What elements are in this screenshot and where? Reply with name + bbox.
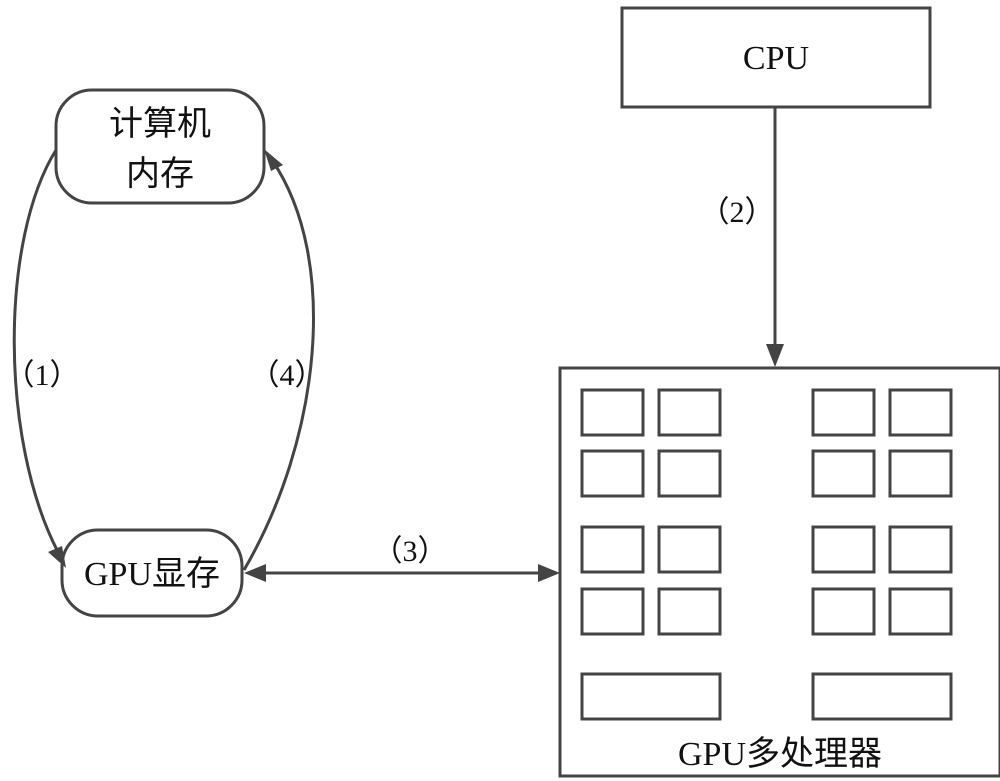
edge-1-arrowhead [48,546,66,568]
core-unit [580,587,645,636]
core-unit [580,449,645,498]
edge-2-arrowhead [766,344,784,367]
cpu-node: CPU [620,6,932,109]
core-unit [888,449,953,498]
gpu-memory-label: GPU显存 [84,555,220,593]
cpu-label: CPU [743,40,809,77]
edge-3-label: （3） [373,535,448,568]
edge-2: （2） [700,107,784,367]
diagram-canvas: 计算机 内存 GPU显存 CPU GPU多处理器 （1） （4） （2） （3） [5,6,1000,778]
edge-4-arrowhead [264,149,283,171]
core-unit [888,587,953,636]
computer-memory-node: 计算机 内存 [54,88,266,205]
core-unit [811,388,876,437]
computer-memory-label-line2: 内存 [126,155,194,193]
wide-unit [580,672,722,721]
core-unit [657,388,722,437]
edge-3: （3） [244,535,560,582]
core-unit [580,388,645,437]
gpu-memory-node: GPU显存 [60,528,244,618]
core-unit [657,449,722,498]
core-unit [888,388,953,437]
core-unit [811,525,876,574]
edge-2-label: （2） [700,196,775,229]
core-unit [811,587,876,636]
edge-1: （1） [5,149,80,568]
core-unit [657,587,722,636]
edge-3-arrowhead-right [538,564,560,582]
core-unit [811,449,876,498]
gpu-multiprocessor-label: GPU多处理器 [678,735,882,773]
computer-memory-label-line1: 计算机 [109,105,211,143]
core-unit [657,525,722,574]
wide-unit [811,672,953,721]
edge-4: （4） [242,149,325,571]
edge-4-label: （4） [250,359,325,392]
edge-1-line [12,149,60,553]
edge-1-label: （1） [5,359,80,392]
core-unit [580,525,645,574]
core-unit [888,525,953,574]
gpu-multiprocessor-node: GPU多处理器 [558,366,1000,778]
